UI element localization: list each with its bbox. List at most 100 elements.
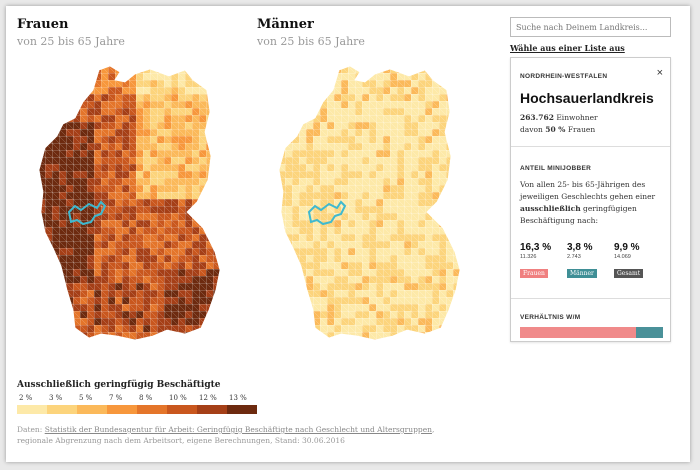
district-cell[interactable] [59, 108, 67, 116]
district-cell[interactable] [171, 59, 179, 67]
district-cell[interactable] [285, 353, 292, 360]
district-cell[interactable] [467, 255, 474, 262]
district-cell[interactable] [17, 66, 24, 73]
district-cell[interactable] [59, 80, 67, 88]
district-cell[interactable] [213, 164, 220, 172]
district-cell[interactable] [299, 59, 307, 67]
district-cell[interactable] [38, 276, 46, 284]
district-cell[interactable] [362, 346, 369, 353]
district-cell[interactable] [271, 199, 278, 206]
district-cell[interactable] [257, 171, 264, 178]
district-cell[interactable] [17, 206, 24, 213]
district-cell[interactable] [271, 283, 278, 290]
district-cell[interactable] [52, 262, 60, 270]
district-cell[interactable] [446, 199, 454, 207]
district-cell[interactable] [220, 52, 227, 59]
district-cell[interactable] [278, 101, 286, 109]
close-icon[interactable]: × [657, 67, 663, 79]
district-cell[interactable] [453, 213, 460, 221]
district-cell[interactable] [206, 227, 214, 235]
district-cell[interactable] [136, 353, 143, 360]
district-cell[interactable] [94, 346, 101, 353]
district-cell[interactable] [257, 108, 264, 115]
district-cell[interactable] [227, 199, 234, 206]
district-cell[interactable] [341, 52, 348, 59]
district-cell[interactable] [460, 73, 467, 80]
district-cell[interactable] [38, 73, 46, 81]
district-cell[interactable] [306, 353, 313, 360]
district-cell[interactable] [285, 339, 293, 346]
district-cell[interactable] [306, 52, 313, 59]
district-cell[interactable] [264, 353, 271, 360]
district-cell[interactable] [17, 185, 24, 192]
district-cell[interactable] [59, 52, 66, 59]
district-cell[interactable] [313, 52, 320, 59]
district-cell[interactable] [38, 143, 46, 151]
district-cell[interactable] [439, 346, 446, 353]
district-cell[interactable] [341, 353, 348, 360]
district-cell[interactable] [220, 234, 227, 241]
district-cell[interactable] [171, 52, 178, 59]
district-cell[interactable] [257, 73, 264, 80]
district-cell[interactable] [278, 234, 286, 242]
district-cell[interactable] [24, 178, 31, 185]
district-cell[interactable] [467, 234, 474, 241]
district-cell[interactable] [264, 59, 271, 66]
district-cell[interactable] [341, 339, 349, 346]
district-cell[interactable] [257, 213, 264, 220]
district-cell[interactable] [31, 297, 38, 304]
district-cell[interactable] [38, 94, 46, 102]
district-cell[interactable] [227, 311, 234, 318]
district-cell[interactable] [390, 353, 397, 360]
district-cell[interactable] [306, 318, 314, 326]
district-cell[interactable] [45, 290, 53, 298]
district-cell[interactable] [80, 80, 88, 88]
district-cell[interactable] [278, 115, 286, 123]
district-cell[interactable] [257, 353, 264, 360]
district-cell[interactable] [24, 255, 31, 262]
district-cell[interactable] [45, 73, 53, 81]
district-cell[interactable] [143, 346, 150, 353]
district-cell[interactable] [52, 80, 60, 88]
district-cell[interactable] [369, 353, 376, 360]
district-cell[interactable] [264, 241, 271, 248]
district-cell[interactable] [334, 52, 341, 59]
district-cell[interactable] [31, 66, 38, 73]
district-cell[interactable] [453, 136, 460, 144]
district-cell[interactable] [460, 115, 467, 122]
district-cell[interactable] [52, 73, 60, 81]
district-cell[interactable] [101, 353, 108, 360]
district-cell[interactable] [446, 346, 453, 353]
district-cell[interactable] [199, 353, 206, 360]
district-cell[interactable] [467, 164, 474, 171]
district-cell[interactable] [460, 66, 467, 73]
district-cell[interactable] [220, 297, 227, 304]
district-cell[interactable] [227, 283, 234, 290]
district-cell[interactable] [390, 59, 398, 67]
district-cell[interactable] [31, 276, 38, 283]
district-cell[interactable] [213, 136, 220, 144]
district-cell[interactable] [220, 136, 227, 143]
district-cell[interactable] [80, 73, 88, 81]
district-cell[interactable] [271, 248, 278, 255]
district-cell[interactable] [24, 66, 31, 73]
district-cell[interactable] [271, 332, 278, 339]
district-cell[interactable] [24, 262, 31, 269]
district-cell[interactable] [460, 101, 467, 108]
district-cell[interactable] [227, 185, 234, 192]
district-cell[interactable] [45, 248, 53, 256]
district-cell[interactable] [192, 73, 200, 81]
district-cell[interactable] [257, 185, 264, 192]
district-cell[interactable] [227, 94, 234, 101]
district-cell[interactable] [285, 297, 293, 305]
district-cell[interactable] [24, 157, 31, 164]
district-cell[interactable] [257, 192, 264, 199]
district-cell[interactable] [66, 101, 74, 109]
district-cell[interactable] [213, 199, 220, 207]
district-cell[interactable] [24, 339, 31, 346]
district-cell[interactable] [38, 255, 46, 263]
district-cell[interactable] [299, 101, 307, 109]
district-cell[interactable] [227, 87, 234, 94]
district-cell[interactable] [271, 325, 278, 332]
district-cell[interactable] [278, 143, 286, 151]
